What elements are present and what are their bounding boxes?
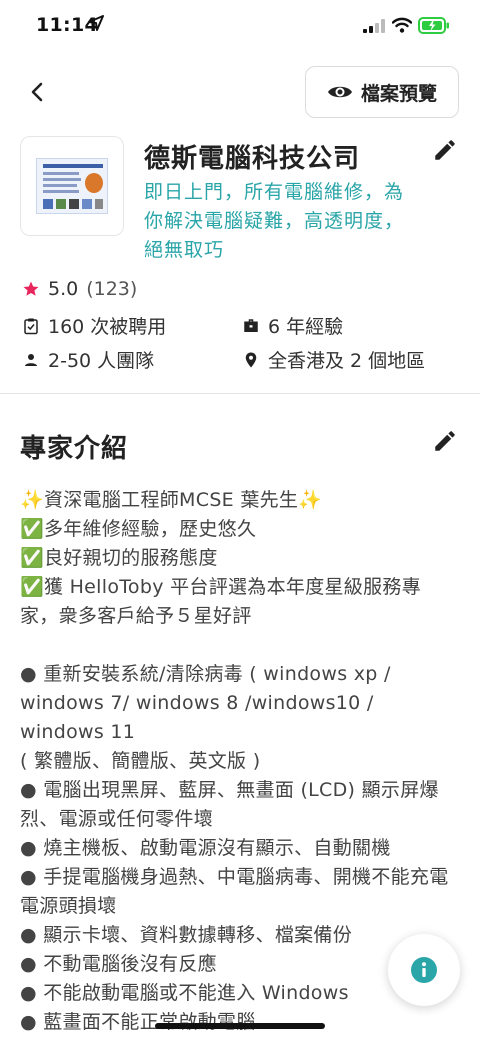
intro-line: ✅良好親切的服務態度 xyxy=(20,547,218,569)
battery-icon xyxy=(418,17,449,34)
status-bar: 11:14 xyxy=(0,0,480,56)
eye-icon xyxy=(327,86,352,98)
intro-line: ● 電腦出現黑屏、藍屏、無畫面 (LCD) 顯示屏爆烈、電源或任何零件壞 xyxy=(20,779,439,830)
section-divider xyxy=(0,393,480,394)
briefcase-icon xyxy=(244,318,258,332)
team-size: 2-50 人團隊 xyxy=(22,346,154,373)
intro-line: ● 燒主機板、啟動電源沒有顯示、自動關機 xyxy=(20,837,391,859)
experience: 6 年經驗 xyxy=(242,312,343,339)
wifi-icon xyxy=(392,17,412,33)
rating-value: 5.0 xyxy=(48,278,79,300)
location-pin-icon xyxy=(245,352,257,367)
info-icon xyxy=(411,957,437,983)
company-logo xyxy=(20,136,124,236)
intro-line: ● 手提電腦機身過熱、中電腦病毒、開機不能充電電源頭損壞 xyxy=(20,866,449,917)
back-arrow-icon[interactable] xyxy=(24,78,52,106)
experience-text: 6 年經驗 xyxy=(268,316,344,338)
hired-text: 160 次被聘用 xyxy=(48,316,167,338)
info-button[interactable] xyxy=(388,934,460,1006)
team-text: 2-50 人團隊 xyxy=(48,350,155,372)
company-name: 德斯電腦科技公司 xyxy=(144,144,361,174)
file-preview-button[interactable]: 檔案預覽 xyxy=(305,66,459,118)
intro-line: ● 重新安裝系統/清除病毒 ( windows xp / windows 7/ … xyxy=(20,663,391,743)
clipboard-check-icon xyxy=(24,318,38,334)
pencil-icon[interactable] xyxy=(432,137,458,163)
service-area: 全香港及 2 個地區 xyxy=(242,346,425,373)
intro-line: ✅獲 HelloToby 平台評選為本年度星級服務專家，衆多客戶給予５星好評 xyxy=(20,576,422,627)
intro-line: ( 繁體版、簡體版、英文版 ) xyxy=(20,750,261,772)
intro-line: ✨資深電腦工程師MCSE 葉先生✨ xyxy=(20,489,323,511)
file-preview-label: 檔案預覽 xyxy=(360,82,437,105)
intro-title: 專家介紹 xyxy=(20,434,129,464)
screen: 11:14 檔案預覽 德斯電腦科技公司 即日上門，所有電腦維修，為你解決電腦疑難… xyxy=(0,0,480,1038)
location-arrow-icon xyxy=(88,15,104,31)
home-indicator xyxy=(155,1023,325,1029)
hired-count: 160 次被聘用 xyxy=(22,312,166,339)
star-icon xyxy=(23,281,39,296)
area-text: 全香港及 2 個地區 xyxy=(268,350,426,372)
intro-blank-line xyxy=(20,631,456,660)
company-tagline: 即日上門，所有電腦維修，為你解決電腦疑難，高透明度，絕無取巧 xyxy=(144,181,405,261)
intro-line: ● 顯示卡壞、資料數據轉移、檔案備份 xyxy=(20,924,353,946)
pencil-icon[interactable] xyxy=(432,428,458,454)
signal-icon xyxy=(363,19,385,33)
intro-line: ✅多年維修經驗，歷史悠久 xyxy=(20,518,257,540)
rating-count: (123) xyxy=(86,278,138,300)
rating: 5.0 (123) xyxy=(22,278,137,300)
person-icon xyxy=(25,353,37,366)
